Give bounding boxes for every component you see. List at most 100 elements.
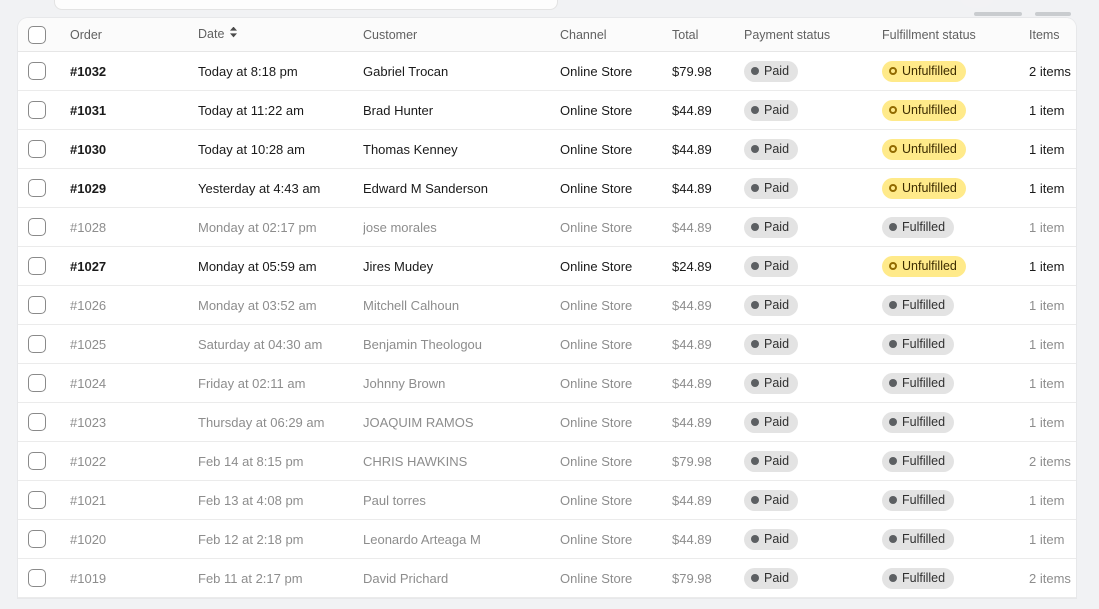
row-checkbox[interactable] — [28, 335, 46, 353]
column-header-items[interactable]: Items — [1029, 28, 1076, 42]
dot-filled-icon — [889, 379, 897, 387]
table-row[interactable]: #1022 Feb 14 at 8:15 pm CHRIS HAWKINS Onlin… — [18, 442, 1076, 481]
table-row[interactable]: #1027 Monday at 05:59 am Jires Mudey Online… — [18, 247, 1076, 286]
dot-filled-icon — [889, 574, 897, 582]
row-checkbox[interactable] — [28, 569, 46, 587]
row-checkbox[interactable] — [28, 179, 46, 197]
cell-payment-status: Paid — [744, 294, 882, 316]
cell-items: 1 item — [1029, 531, 1065, 547]
cell-channel: Online Store — [560, 102, 633, 118]
row-checkbox-cell — [28, 101, 70, 119]
table-row[interactable]: #1024 Friday at 02:11 am Johnny Brown Onlin… — [18, 364, 1076, 403]
cell-customer: CHRIS HAWKINS — [363, 453, 468, 469]
row-checkbox[interactable] — [28, 296, 46, 314]
cell-date: Friday at 02:11 am — [198, 375, 306, 391]
cell-fulfillment-status: Unfulfilled — [882, 138, 1029, 160]
table-row[interactable]: #1021 Feb 13 at 4:08 pm Paul torres Online … — [18, 481, 1076, 520]
table-row[interactable]: #1019 Feb 11 at 2:17 pm David Prichard Onli… — [18, 559, 1076, 598]
table-row[interactable]: #1026 Monday at 03:52 am Mitchell Calhoun O… — [18, 286, 1076, 325]
cell-channel: Online Store — [560, 414, 633, 430]
table-row[interactable]: #1028 Monday at 02:17 pm jose morales Onlin… — [18, 208, 1076, 247]
dot-filled-icon — [751, 535, 759, 543]
column-header-payment-status[interactable]: Payment status — [744, 28, 882, 42]
table-row[interactable]: #1023 Thursday at 06:29 am JOAQUIM RAMOS On… — [18, 403, 1076, 442]
row-checkbox[interactable] — [28, 257, 46, 275]
search-input[interactable] — [54, 0, 558, 10]
payment-status-badge: Paid — [744, 255, 799, 277]
row-checkbox-cell — [28, 413, 70, 431]
column-header-fulfillment-status[interactable]: Fulfillment status — [882, 28, 1029, 42]
row-checkbox[interactable] — [28, 62, 46, 80]
fulfillment-status-badge: Fulfilled — [882, 450, 955, 472]
cell-channel: Online Store — [560, 63, 633, 79]
table-header-row: Order Date Customer Channel Total Paymen… — [18, 18, 1076, 52]
cell-total: $44.89 — [672, 336, 712, 352]
fulfillment-status-badge: Unfulfilled — [882, 177, 966, 199]
table-row[interactable]: #1020 Feb 12 at 2:18 pm Leonardo Arteaga M… — [18, 520, 1076, 559]
row-checkbox[interactable] — [28, 101, 46, 119]
column-header-order[interactable]: Order — [70, 28, 198, 42]
cell-items: 1 item — [1029, 414, 1065, 430]
row-checkbox[interactable] — [28, 491, 46, 509]
row-checkbox[interactable] — [28, 530, 46, 548]
cell-channel: Online Store — [560, 297, 633, 313]
toolbar-button-left[interactable] — [974, 12, 1022, 16]
cell-customer: Thomas Kenney — [363, 141, 458, 157]
cell-customer: Paul torres — [363, 492, 426, 508]
row-checkbox[interactable] — [28, 218, 46, 236]
cell-fulfillment-status: Fulfilled — [882, 372, 1029, 394]
cell-items: 1 item — [1029, 297, 1065, 313]
table-row[interactable]: #1025 Saturday at 04:30 am Benjamin Theolo… — [18, 325, 1076, 364]
table-row[interactable]: #1030 Today at 10:28 am Thomas Kenney Onlin… — [18, 130, 1076, 169]
dot-filled-icon — [751, 184, 759, 192]
fulfillment-status-badge-label: Unfulfilled — [902, 180, 957, 195]
cell-total: $79.98 — [672, 453, 712, 469]
payment-status-badge-label: Paid — [764, 102, 790, 117]
cell-date: Saturday at 04:30 am — [198, 336, 323, 352]
cell-channel: Online Store — [560, 531, 633, 547]
dot-filled-icon — [751, 301, 759, 309]
column-header-total[interactable]: Total — [672, 28, 744, 42]
column-header-customer[interactable]: Customer — [363, 28, 560, 42]
cell-customer: Edward M Sanderson — [363, 180, 489, 196]
payment-status-badge-label: Paid — [764, 336, 790, 351]
row-checkbox-cell — [28, 530, 70, 548]
cell-items: 2 items — [1029, 63, 1071, 79]
fulfillment-status-badge: Fulfilled — [882, 489, 955, 511]
select-all-checkbox-cell — [28, 25, 70, 44]
select-all-checkbox[interactable] — [28, 25, 46, 44]
payment-status-badge: Paid — [744, 60, 799, 82]
fulfillment-status-badge-label: Fulfilled — [902, 531, 946, 546]
table-row[interactable]: #1031 Today at 11:22 am Brad Hunter Online … — [18, 91, 1076, 130]
column-header-channel[interactable]: Channel — [560, 28, 672, 42]
payment-status-badge-label: Paid — [764, 180, 790, 195]
table-row[interactable]: #1029 Yesterday at 4:43 am Edward M Sander… — [18, 169, 1076, 208]
cell-payment-status: Paid — [744, 450, 882, 472]
cell-order: #1029 — [70, 180, 107, 196]
column-header-date[interactable]: Date — [198, 26, 363, 42]
toolbar-button-right[interactable] — [1035, 12, 1071, 16]
payment-status-badge: Paid — [744, 216, 799, 238]
cell-fulfillment-status: Fulfilled — [882, 411, 1029, 433]
cell-customer: Benjamin Theologou — [363, 336, 483, 352]
cell-fulfillment-status: Fulfilled — [882, 489, 1029, 511]
dot-filled-icon — [889, 418, 897, 426]
cell-fulfillment-status: Unfulfilled — [882, 99, 1029, 121]
dot-filled-icon — [889, 301, 897, 309]
row-checkbox[interactable] — [28, 452, 46, 470]
cell-date: Today at 8:18 pm — [198, 63, 298, 79]
row-checkbox[interactable] — [28, 374, 46, 392]
fulfillment-status-badge: Fulfilled — [882, 567, 955, 589]
cell-payment-status: Paid — [744, 99, 882, 121]
fulfillment-status-badge-label: Unfulfilled — [902, 258, 957, 273]
tooltip-bubble — [960, 0, 994, 8]
cell-items: 1 item — [1029, 375, 1065, 391]
table-row[interactable]: #1032 Today at 8:18 pm Gabriel Trocan Onlin… — [18, 52, 1076, 91]
sort-both-icon[interactable] — [229, 26, 238, 41]
cell-customer: Brad Hunter — [363, 102, 434, 118]
cell-items: 1 item — [1029, 336, 1065, 352]
row-checkbox[interactable] — [28, 140, 46, 158]
orders-table-card: Order Date Customer Channel Total Paymen… — [18, 18, 1076, 598]
row-checkbox[interactable] — [28, 413, 46, 431]
payment-status-badge: Paid — [744, 138, 799, 160]
